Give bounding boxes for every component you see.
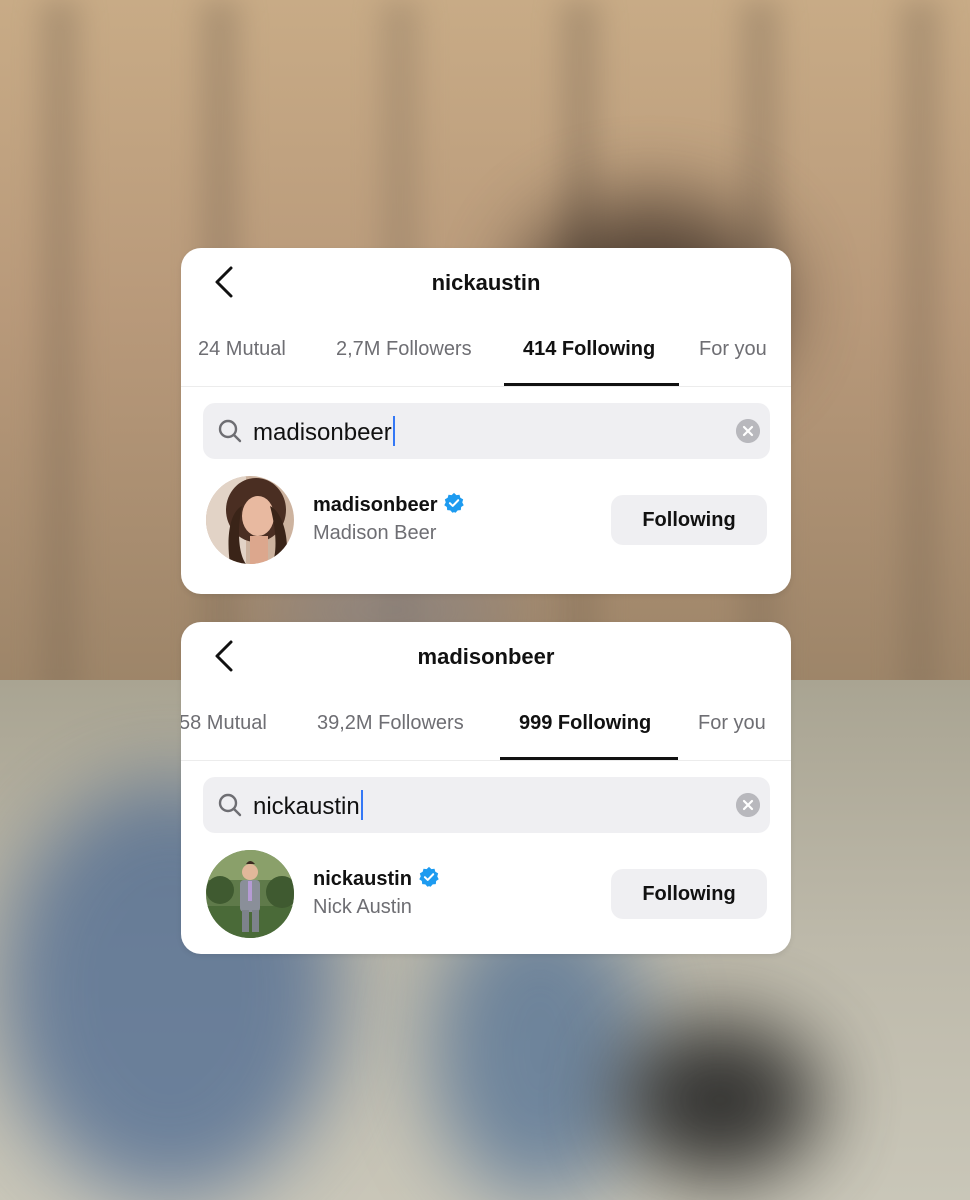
full-name: Nick Austin xyxy=(313,896,412,918)
profile-header: nickaustin xyxy=(181,248,791,320)
tab-followers[interactable]: 39,2M Followers xyxy=(317,712,464,735)
tab-for-you[interactable]: For you xyxy=(699,338,767,361)
tab-mutual[interactable]: 58 Mutual xyxy=(181,712,267,735)
tab-followers[interactable]: 2,7M Followers xyxy=(336,338,472,361)
profile-title: nickaustin xyxy=(431,270,541,295)
verified-badge-icon xyxy=(419,866,439,887)
clear-icon[interactable] xyxy=(736,793,760,817)
active-tab-indicator xyxy=(500,757,678,760)
blurred-background xyxy=(0,0,970,1200)
user-list-item[interactable]: nickaustin Nick Austin Following xyxy=(181,850,791,942)
text-caret xyxy=(392,416,395,446)
tab-following[interactable]: 999 Following xyxy=(519,712,651,735)
following-search-card-1: nickaustin 24 Mutual 2,7M Followers 414 … xyxy=(181,248,791,594)
following-button[interactable]: Following xyxy=(611,495,767,545)
avatar[interactable] xyxy=(206,850,294,938)
verified-badge-icon xyxy=(444,492,465,513)
search-icon xyxy=(218,419,242,443)
search-field[interactable]: nickaustin xyxy=(203,777,770,833)
search-input[interactable]: madisonbeer xyxy=(253,416,395,447)
active-tab-indicator xyxy=(504,383,679,386)
tab-mutual[interactable]: 24 Mutual xyxy=(198,338,286,361)
search-input[interactable]: nickaustin xyxy=(253,790,363,821)
full-name: Madison Beer xyxy=(313,522,437,544)
profile-header: madisonbeer xyxy=(181,622,791,694)
username: madisonbeer xyxy=(313,492,465,517)
profile-title: madisonbeer xyxy=(417,644,555,669)
search-field[interactable]: madisonbeer xyxy=(203,403,770,459)
following-button[interactable]: Following xyxy=(611,869,767,919)
tab-for-you[interactable]: For you xyxy=(698,712,766,735)
user-list-item[interactable]: madisonbeer Madison Beer Following xyxy=(181,476,791,568)
tab-bar: 24 Mutual 2,7M Followers 414 Following F… xyxy=(181,320,791,387)
avatar[interactable] xyxy=(206,476,294,564)
tab-following[interactable]: 414 Following xyxy=(523,338,655,361)
clear-icon[interactable] xyxy=(736,419,760,443)
username: nickaustin xyxy=(313,866,440,891)
text-caret xyxy=(360,790,363,820)
tab-bar: 58 Mutual 39,2M Followers 999 Following … xyxy=(181,694,791,761)
following-search-card-2: madisonbeer 58 Mutual 39,2M Followers 99… xyxy=(181,622,791,954)
search-icon xyxy=(218,793,242,817)
